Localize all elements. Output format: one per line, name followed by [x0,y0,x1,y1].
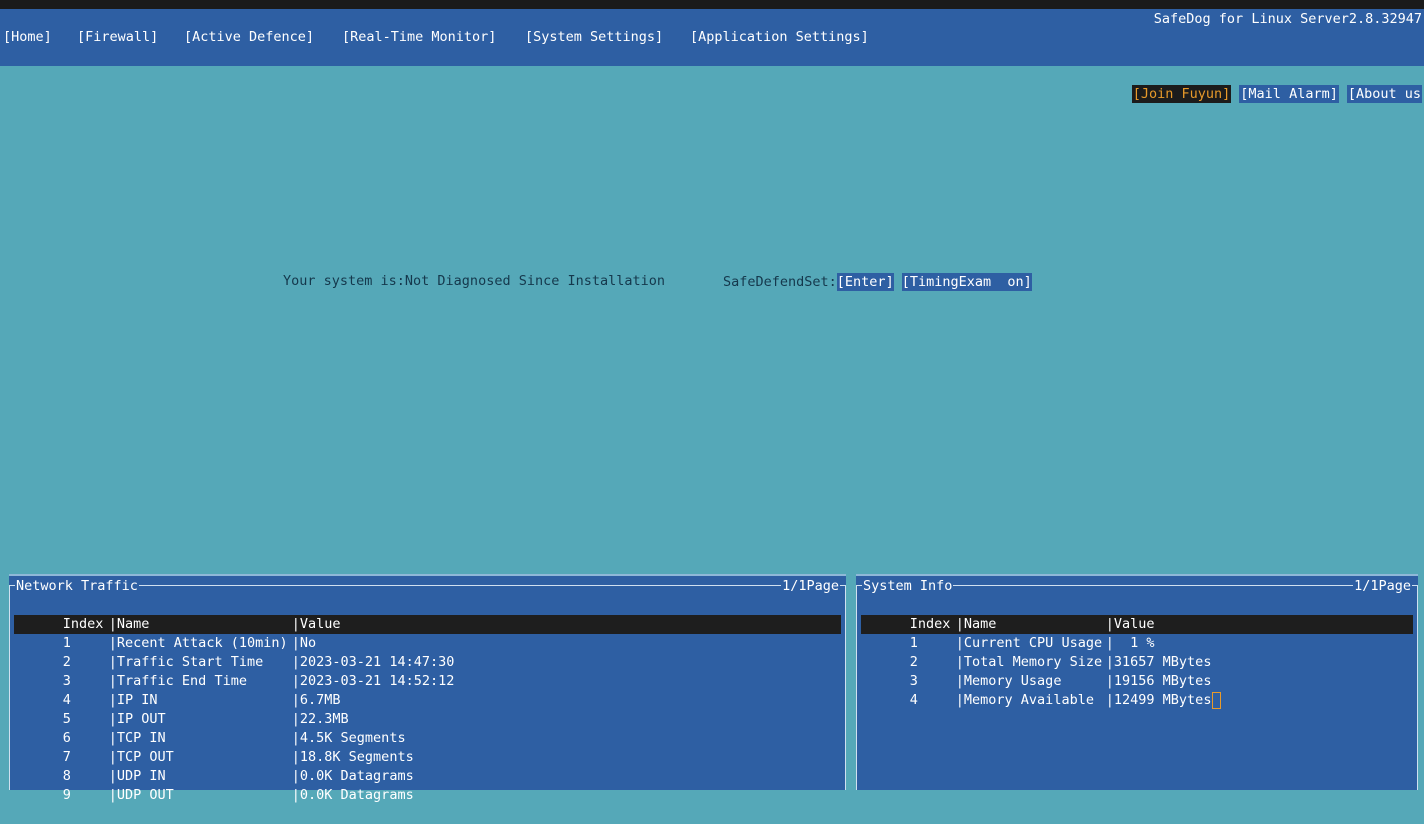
row-name: |Memory Usage [955,673,1062,689]
join-fuyun-button[interactable]: [Join Fuyun] [1131,85,1232,103]
panel-frame-left [9,585,10,790]
menu-real-time-monitor[interactable]: [Real-Time Monitor] [342,29,496,45]
menu-active-defence[interactable]: [Active Defence] [184,29,314,45]
row-value: |2023-03-21 14:47:30 [291,654,455,670]
row-index: 6 [62,730,71,746]
row-name: |Current CPU Usage [955,635,1103,651]
menu-firewall[interactable]: [Firewall] [77,29,158,45]
row-index: 3 [909,673,918,689]
row-index: 1 [909,635,918,651]
mail-alarm-button[interactable]: [Mail Alarm] [1239,85,1339,103]
row-name: |Total Memory Size [955,654,1103,670]
menu-system-settings[interactable]: [System Settings] [525,29,663,45]
row-value: |6.7MB [291,692,341,708]
text-cursor [1212,691,1222,709]
header-name: |Name [108,616,150,632]
row-value: |19156 MBytes [1105,673,1212,689]
row-name: |Recent Attack (10min) [108,635,288,651]
network-traffic-panel: Network Traffic 1/1Page Index |Name |Value… [9,574,846,803]
panel-title: System Info [862,578,954,594]
app-title: SafeDog for Linux Server2.8.32947 [1153,11,1422,27]
header-value: |Value [1105,616,1155,632]
row-name: |IP IN [108,692,158,708]
safe-defend-set: SafeDefendSet: [Enter] [TimingExam on] [723,273,1040,291]
row-index: 9 [62,787,71,803]
row-name: |Memory Available [955,692,1094,708]
row-name: |TCP IN [108,730,166,746]
table-header: Index |Name |Value [861,596,1413,632]
panel-frame-right [1417,585,1418,790]
row-value: |2023-03-21 14:52:12 [291,673,455,689]
row-index: 7 [62,749,71,765]
row-index: 3 [62,673,71,689]
system-info-panel: System Info 1/1Page Index |Name |Value 1 |C… [856,574,1418,790]
header-name: |Name [955,616,997,632]
row-name: |IP OUT [108,711,166,727]
safe-defend-label: SafeDefendSet: [723,274,837,290]
row-index: 4 [62,692,71,708]
header-value: |Value [291,616,341,632]
row-name: |UDP OUT [108,787,174,803]
row-value: |18.8K Segments [291,749,414,765]
row-name: |TCP OUT [108,749,174,765]
menu-home[interactable]: [Home] [3,29,52,45]
menu-application-settings[interactable]: [Application Settings] [690,29,869,45]
panel-frame-left [856,585,857,790]
row-value: |12499 MBytes [1105,692,1212,708]
network-traffic-table: Index |Name |Value 1 |Recent Attack (10min)… [14,596,841,803]
row-index: 8 [62,768,71,784]
panel-title: Network Traffic [15,578,139,594]
row-value: | 1 % [1105,635,1155,651]
row-value: |31657 MBytes [1105,654,1212,670]
menu-bar: SafeDog for Linux Server2.8.32947 [Home]… [0,9,1424,66]
header-index: Index [62,616,104,632]
row-value: |0.0K Datagrams [291,787,414,803]
header-index: Index [909,616,951,632]
panel-frame-right [845,585,846,790]
row-index: 2 [62,654,71,670]
row-value: |22.3MB [291,711,349,727]
about-us-button[interactable]: [About us [1346,85,1422,103]
row-name: |UDP IN [108,768,166,784]
system-info-table: Index |Name |Value 1 |Current CPU Usage | 1 … [861,596,1413,709]
panel-page-indicator: 1/1Page [781,578,840,594]
row-value: |No [291,635,317,651]
panel-page-indicator: 1/1Page [1353,578,1412,594]
enter-button[interactable]: [Enter] [836,273,894,291]
table-header: Index |Name |Value [14,596,841,632]
row-index: 5 [62,711,71,727]
top-strip [0,0,1424,9]
quick-links: [Join Fuyun] [Mail Alarm] [About us [1131,85,1422,103]
row-name: |Traffic End Time [108,673,247,689]
row-value: |4.5K Segments [291,730,406,746]
row-index: 1 [62,635,71,651]
row-index: 2 [909,654,918,670]
row-value: |0.0K Datagrams [291,768,414,784]
system-status-text: Your system is:Not Diagnosed Since Insta… [283,273,666,289]
row-name: |Traffic Start Time [108,654,264,670]
row-index: 4 [909,692,918,708]
timing-exam-button[interactable]: [TimingExam on] [901,273,1032,291]
